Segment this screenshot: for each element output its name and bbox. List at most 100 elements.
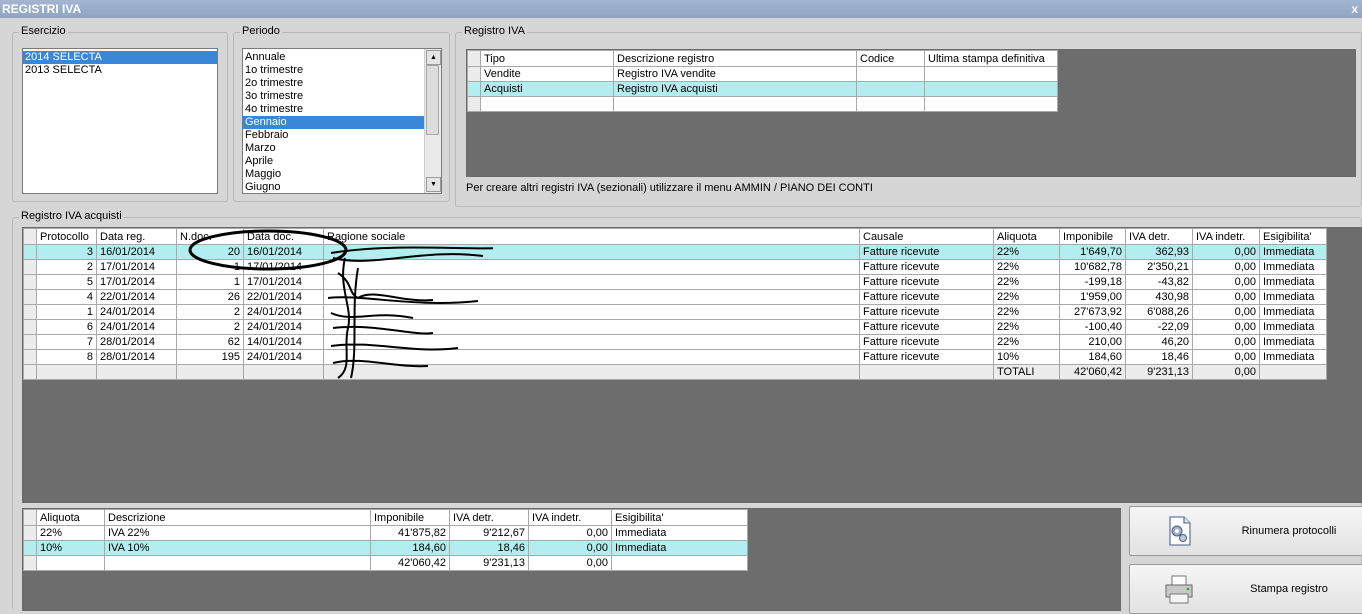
table-row[interactable]: 6 24/01/2014 2 24/01/2014 Fatture ricevute 22…: [23, 319, 1327, 335]
row-indicator[interactable]: [23, 259, 37, 275]
table-cell: 8: [36, 349, 97, 365]
table-cell: [36, 555, 105, 571]
periodo-option[interactable]: Maggio: [243, 168, 424, 181]
scroll-up-icon[interactable]: ▲: [426, 50, 441, 65]
periodo-option[interactable]: Giugno: [243, 181, 424, 193]
gear-document-icon: [1169, 516, 1191, 546]
table-cell: 22%: [993, 274, 1060, 290]
column-header[interactable]: Descrizione: [104, 509, 371, 526]
periodo-option[interactable]: 4o trimestre: [243, 103, 424, 116]
table-cell: 22%: [36, 525, 105, 541]
table-cell: 18,46: [449, 540, 529, 556]
row-indicator[interactable]: [23, 319, 37, 335]
column-header[interactable]: Esigibilita': [1259, 228, 1327, 245]
table-cell: 28/01/2014: [96, 349, 177, 365]
registro-iva-hint: Per creare altri registri IVA (sezionali…: [466, 182, 873, 194]
column-header[interactable]: Codice: [856, 50, 925, 67]
table-row[interactable]: 5 17/01/2014 1 17/01/2014 Fatture ricevute 22…: [23, 274, 1327, 290]
column-header[interactable]: Descrizione registro: [613, 50, 857, 67]
table-cell: 17/01/2014: [243, 274, 324, 290]
row-indicator[interactable]: [23, 289, 37, 305]
table-cell: 17/01/2014: [96, 259, 177, 275]
table-row[interactable]: 1 24/01/2014 2 24/01/2014 Fatture ricevute 22…: [23, 304, 1327, 320]
table-cell: [323, 244, 860, 260]
table-cell: 41'875,82: [370, 525, 450, 541]
row-indicator[interactable]: [23, 304, 37, 320]
table-row[interactable]: Vendite Registro IVA vendite: [467, 66, 1058, 82]
column-header[interactable]: Ultima stampa definitiva: [924, 50, 1058, 67]
column-header[interactable]: IVA indetr.: [528, 509, 612, 526]
table-cell: Immediata: [1259, 334, 1327, 350]
periodo-option[interactable]: Annuale: [243, 51, 424, 64]
esercizio-option[interactable]: 2013 SELECTA: [23, 64, 217, 77]
esercizio-option[interactable]: 2014 SELECTA: [23, 51, 217, 64]
table-cell: Fatture ricevute: [859, 334, 994, 350]
stampa-registro-button[interactable]: Stampa registro: [1129, 564, 1362, 614]
scroll-down-icon[interactable]: ▼: [426, 177, 441, 192]
table-row[interactable]: [467, 96, 1058, 112]
table-cell: 1'959,00: [1059, 289, 1126, 305]
table-row[interactable]: 7 28/01/2014 62 14/01/2014 Fatture ricevute 2…: [23, 334, 1327, 350]
table-row[interactable]: 10% IVA 10% 184,60 18,46 0,00 Immediata: [23, 540, 748, 556]
column-header[interactable]: Aliquota: [993, 228, 1060, 245]
table-row[interactable]: 2 17/01/2014 1 17/01/2014 Fatture ricevute 22…: [23, 259, 1327, 275]
column-header[interactable]: Aliquota: [36, 509, 105, 526]
row-indicator[interactable]: [467, 81, 481, 97]
close-icon[interactable]: x: [1351, 0, 1358, 18]
esercizio-listbox[interactable]: 2014 SELECTA 2013 SELECTA: [22, 48, 218, 194]
column-header[interactable]: Tipo: [480, 50, 614, 67]
scroll-thumb[interactable]: [426, 65, 439, 135]
column-header[interactable]: N.doc.: [176, 228, 244, 245]
column-header[interactable]: IVA detr.: [449, 509, 529, 526]
table-row[interactable]: 22% IVA 22% 41'875,82 9'212,67 0,00 Immediata: [23, 525, 748, 541]
periodo-scrollbar[interactable]: ▲ ▼: [424, 49, 441, 193]
table-cell: Fatture ricevute: [859, 304, 994, 320]
periodo-option[interactable]: 3o trimestre: [243, 90, 424, 103]
periodo-option[interactable]: Gennaio: [243, 116, 424, 129]
row-indicator[interactable]: [23, 334, 37, 350]
column-header[interactable]: IVA indetr.: [1192, 228, 1260, 245]
row-indicator[interactable]: [23, 525, 37, 541]
table-row[interactable]: 3 16/01/2014 20 16/01/2014 Fatture ricevute 2…: [23, 244, 1327, 260]
row-indicator[interactable]: [467, 96, 481, 112]
table-cell: [924, 81, 1058, 97]
row-indicator[interactable]: [23, 274, 37, 290]
column-header[interactable]: Protocollo: [36, 228, 97, 245]
row-indicator[interactable]: [23, 349, 37, 365]
table-cell: -100,40: [1059, 319, 1126, 335]
table-cell: 24/01/2014: [243, 304, 324, 320]
column-header[interactable]: Imponibile: [370, 509, 450, 526]
column-header[interactable]: Data doc.: [243, 228, 324, 245]
periodo-option[interactable]: Febbraio: [243, 129, 424, 142]
row-indicator[interactable]: [467, 66, 481, 82]
column-header[interactable]: Data reg.: [96, 228, 177, 245]
column-header[interactable]: IVA detr.: [1125, 228, 1193, 245]
table-row[interactable]: 42'060,42 9'231,13 0,00: [23, 555, 748, 571]
table-cell: Fatture ricevute: [859, 319, 994, 335]
column-header[interactable]: Imponibile: [1059, 228, 1126, 245]
column-header[interactable]: Esigibilita': [611, 509, 748, 526]
periodo-group: Periodo Annuale 1o trimestre 2o trimestre 3…: [233, 25, 450, 202]
table-row[interactable]: Acquisti Registro IVA acquisti: [467, 81, 1058, 97]
table-row[interactable]: 8 28/01/2014 195 24/01/2014 Fatture ricevute…: [23, 349, 1327, 365]
column-header[interactable]: Ragione sociale: [323, 228, 860, 245]
periodo-option[interactable]: Marzo: [243, 142, 424, 155]
acquisti-table: Protocollo Data reg. N.doc. Data doc. Ragion…: [23, 228, 1327, 380]
table-cell: 6: [36, 319, 97, 335]
table-cell: Immediata: [1259, 244, 1327, 260]
periodo-option[interactable]: 2o trimestre: [243, 77, 424, 90]
column-header[interactable]: Causale: [859, 228, 994, 245]
rinumera-protocolli-button[interactable]: Rinumera protocolli: [1129, 506, 1362, 556]
table-row[interactable]: 4 22/01/2014 26 22/01/2014 Fatture ricevute 2…: [23, 289, 1327, 305]
table-cell: Registro IVA acquisti: [613, 81, 857, 97]
periodo-listbox[interactable]: Annuale 1o trimestre 2o trimestre 3o trimes…: [242, 48, 442, 194]
table-cell: 9'212,67: [449, 525, 529, 541]
periodo-option[interactable]: Aprile: [243, 155, 424, 168]
table-cell: [856, 96, 925, 112]
row-indicator[interactable]: [23, 540, 37, 556]
row-indicator[interactable]: [23, 244, 37, 260]
periodo-option[interactable]: 1o trimestre: [243, 64, 424, 77]
table-cell: 24/01/2014: [96, 304, 177, 320]
row-indicator[interactable]: [23, 555, 37, 571]
table-cell: 184,60: [370, 540, 450, 556]
